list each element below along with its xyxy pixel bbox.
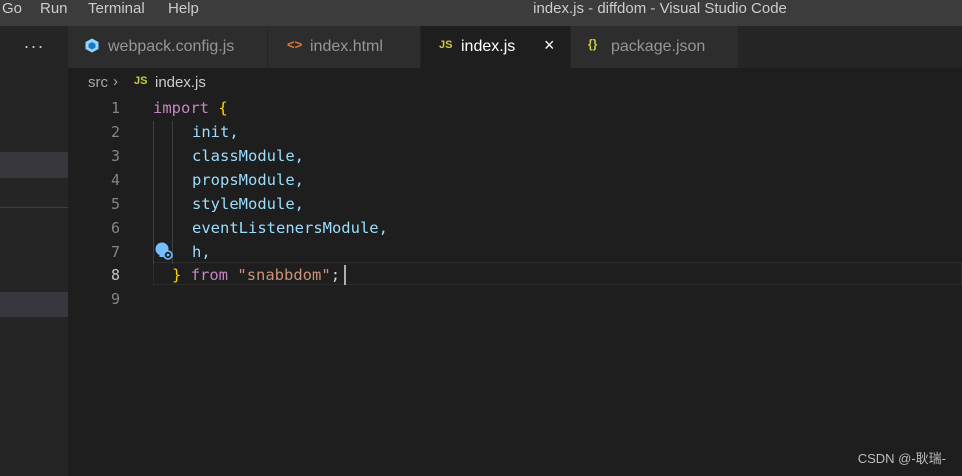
js-icon: JS [134, 75, 148, 87]
tab-label: webpack.config.js [108, 38, 235, 55]
tab-index-js[interactable]: JS index.js × [421, 26, 571, 68]
tab-webpack-config[interactable]: webpack.config.js [68, 26, 268, 68]
code-line-4: propsModule, [192, 171, 304, 189]
line-number: 6 [110, 219, 120, 237]
explorer-selected-item[interactable] [0, 152, 68, 178]
line-number-current: 8 [110, 266, 120, 284]
breadcrumb: src › JS index.js [68, 68, 962, 96]
line-number: 3 [110, 147, 120, 165]
keyword-from: from [190, 266, 229, 284]
window-title: index.js - diffdom - Visual Studio Code [533, 0, 787, 17]
open-brace: { [218, 99, 228, 117]
line-number: 7 [110, 243, 120, 261]
breadcrumb-file[interactable]: index.js [155, 74, 206, 91]
code-line-8: } from "snabbdom"; [172, 263, 340, 287]
chevron-right-icon: › [113, 73, 118, 90]
close-brace: } [172, 266, 182, 284]
menu-run[interactable]: Run [40, 0, 68, 17]
module-string: "snabbdom" [237, 266, 331, 284]
breadcrumb-folder[interactable]: src [88, 74, 108, 91]
js-icon: JS [439, 39, 453, 51]
code-line-2: init, [192, 123, 239, 141]
text-cursor [344, 265, 346, 285]
title-bar: Go Run Terminal Help index.js - diffdom … [0, 0, 962, 26]
code-line-1: import { [153, 96, 228, 120]
menu-go[interactable]: Go [2, 0, 22, 17]
menu-terminal[interactable]: Terminal [88, 0, 145, 17]
editor-tab-bar: webpack.config.js <> index.html JS index… [68, 26, 962, 68]
line-number: 5 [110, 195, 120, 213]
lightbulb-icon[interactable] [154, 241, 174, 266]
tab-index-html[interactable]: <> index.html [268, 26, 421, 68]
sidebar-divider [0, 207, 68, 208]
close-icon[interactable]: × [544, 35, 555, 56]
explorer-sidebar: ··· [0, 26, 68, 476]
code-line-7: h, [192, 243, 211, 261]
code-line-5: styleModule, [192, 195, 304, 213]
line-number: 9 [110, 290, 120, 308]
tab-label: index.js [461, 38, 516, 55]
line-number: 1 [110, 99, 120, 117]
keyword-import: import [153, 99, 209, 117]
line-number: 4 [110, 171, 120, 189]
explorer-focused-item[interactable] [0, 292, 68, 317]
webpack-icon [85, 38, 99, 56]
watermark-text: CSDN @-耿瑞- [857, 451, 946, 466]
tab-label: index.html [310, 38, 383, 55]
code-line-3: classModule, [192, 147, 304, 165]
line-number: 2 [110, 123, 120, 141]
tab-package-json[interactable]: {} package.json [571, 26, 739, 68]
menu-help[interactable]: Help [168, 0, 199, 17]
html-icon: <> [287, 37, 303, 52]
json-icon: {} [588, 37, 598, 51]
more-actions-button[interactable]: ··· [0, 26, 68, 68]
semicolon: ; [330, 266, 341, 284]
tab-label: package.json [611, 38, 706, 55]
code-line-6: eventListenersModule, [192, 219, 388, 237]
